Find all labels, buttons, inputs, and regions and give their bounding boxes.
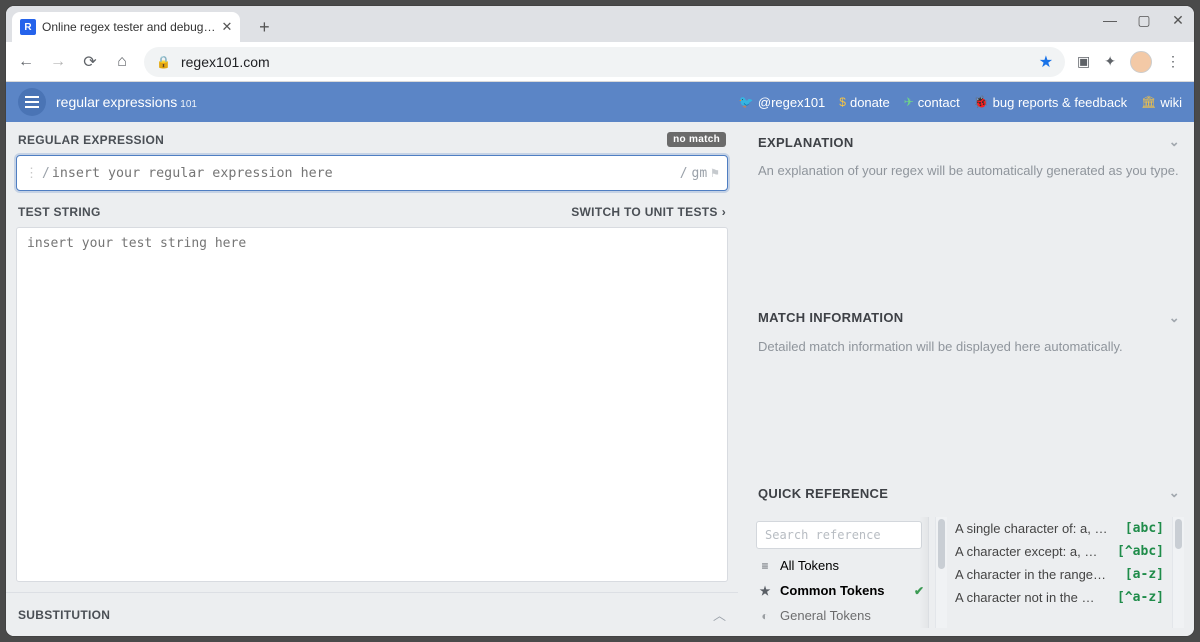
explanation-body: An explanation of your regex will be aut… (744, 162, 1194, 194)
scrollbar[interactable] (1172, 517, 1184, 628)
scrollbar[interactable] (935, 517, 947, 628)
tab-title: Online regex tester and debug… (42, 20, 215, 34)
window-controls: — ▢ ✕ (1102, 12, 1186, 29)
link-twitter[interactable]: 🐦@regex101 (739, 95, 825, 110)
new-tab-button[interactable]: + (250, 13, 278, 41)
chevron-down-icon: ⌄ (1169, 485, 1180, 501)
match-info-title: MATCH INFORMATION (758, 310, 903, 325)
quick-reference-header[interactable]: QUICK REFERENCE ⌄ (744, 473, 1194, 513)
app-header: regular expressions 101 🐦@regex101 $dona… (6, 82, 1194, 122)
browser-toolbar: ← → ⟳ ⌂ 🔒 ★ ▣ ✦ ⋮ (6, 42, 1194, 82)
twitter-icon: 🐦 (739, 95, 754, 109)
chevron-right-icon: › (722, 205, 726, 219)
link-donate[interactable]: $donate (839, 95, 889, 110)
bug-icon: 🐞 (974, 95, 989, 109)
quick-ref-category-all[interactable]: ≡ All Tokens (754, 553, 928, 578)
regex-input[interactable] (50, 165, 680, 182)
quick-ref-item-text: A single character of: a, … (955, 521, 1117, 536)
check-icon: ✔ (914, 584, 924, 598)
explanation-header[interactable]: EXPLANATION ⌄ (744, 122, 1194, 162)
flag-icon[interactable]: ⚑ (711, 166, 719, 181)
quick-ref-category-common[interactable]: ★ Common Tokens ✔ (754, 578, 928, 603)
chevron-down-icon: ⌄ (1169, 310, 1180, 326)
browser-tabstrip: R Online regex tester and debug… ✕ + — ▢… (6, 6, 1194, 42)
globe-icon: ◐ (758, 609, 772, 623)
quick-ref-item-token: [^abc] (1117, 544, 1164, 559)
quick-ref-item[interactable]: A single character of: a, … [abc] (953, 517, 1166, 540)
back-button[interactable]: ← (16, 53, 36, 71)
switch-to-unit-tests[interactable]: SWITCH TO UNIT TESTS› (571, 205, 726, 219)
window-close-icon[interactable]: ✕ (1170, 12, 1186, 29)
no-match-badge: no match (667, 132, 726, 147)
substitution-header[interactable]: SUBSTITUTION ︿ (6, 592, 738, 636)
regex-title: REGULAR EXPRESSION (18, 133, 164, 147)
dollar-icon: $ (839, 95, 846, 109)
wiki-icon: 🏛 (1141, 95, 1156, 109)
quick-ref-item[interactable]: A character except: a, … [^abc] (953, 540, 1166, 563)
window-minimize-icon[interactable]: — (1102, 12, 1118, 29)
browser-tab[interactable]: R Online regex tester and debug… ✕ (12, 12, 240, 42)
quick-ref-item[interactable]: A character not in the … [^a-z] (953, 586, 1166, 609)
tab-close-icon[interactable]: ✕ (221, 19, 232, 35)
app-logo: regular expressions 101 (56, 94, 197, 110)
home-button[interactable]: ⌂ (112, 53, 132, 71)
plane-icon: ✈ (904, 95, 914, 109)
quick-ref-item[interactable]: A character in the range… [a-z] (953, 563, 1166, 586)
link-wiki[interactable]: 🏛wiki (1141, 95, 1182, 110)
substitution-title: SUBSTITUTION (18, 608, 110, 622)
cast-icon[interactable]: ▣ (1077, 53, 1090, 70)
url-input[interactable] (179, 53, 1031, 71)
reload-button[interactable]: ⟳ (80, 52, 100, 72)
quick-ref-item-text: A character in the range… (955, 567, 1117, 582)
hamburger-menu-button[interactable] (18, 88, 46, 116)
test-string-input[interactable] (16, 227, 728, 582)
quick-ref-item-text: A character except: a, … (955, 544, 1109, 559)
match-info-header[interactable]: MATCH INFORMATION ⌄ (744, 298, 1194, 338)
lock-icon: 🔒 (156, 55, 171, 69)
quick-ref-item-token: [abc] (1125, 521, 1164, 536)
quick-ref-item-text: A character not in the … (955, 590, 1109, 605)
chevron-up-icon: ︿ (713, 605, 726, 624)
explanation-title: EXPLANATION (758, 135, 854, 150)
window-maximize-icon[interactable]: ▢ (1136, 12, 1152, 29)
extensions-icon[interactable]: ✦ (1104, 53, 1116, 70)
tab-favicon: R (20, 19, 36, 35)
quick-reference-title: QUICK REFERENCE (758, 486, 888, 501)
database-icon: ≡ (758, 559, 772, 573)
browser-menu-icon[interactable]: ⋮ (1166, 53, 1180, 70)
test-string-title: TEST STRING (18, 205, 101, 219)
quick-ref-item-token: [a-z] (1125, 567, 1164, 582)
forward-button: → (48, 53, 68, 71)
drag-handle-icon[interactable]: ⋮ (25, 166, 38, 181)
profile-avatar[interactable] (1130, 51, 1152, 73)
url-bar[interactable]: 🔒 ★ (144, 47, 1065, 77)
link-contact[interactable]: ✈contact (904, 95, 960, 110)
link-bugs[interactable]: 🐞bug reports & feedback (974, 95, 1127, 110)
match-info-body: Detailed match information will be displ… (744, 338, 1194, 370)
star-icon: ★ (758, 584, 772, 598)
quick-ref-item-token: [^a-z] (1117, 590, 1164, 605)
quick-ref-category-general[interactable]: ◐ General Tokens (754, 603, 928, 628)
quick-ref-search-input[interactable] (756, 521, 922, 549)
regex-input-box[interactable]: ⋮ / / gm⚑ (16, 155, 728, 191)
regex-flags[interactable]: gm (692, 166, 708, 181)
bookmark-star-icon[interactable]: ★ (1039, 52, 1053, 72)
chevron-down-icon: ⌄ (1169, 134, 1180, 150)
